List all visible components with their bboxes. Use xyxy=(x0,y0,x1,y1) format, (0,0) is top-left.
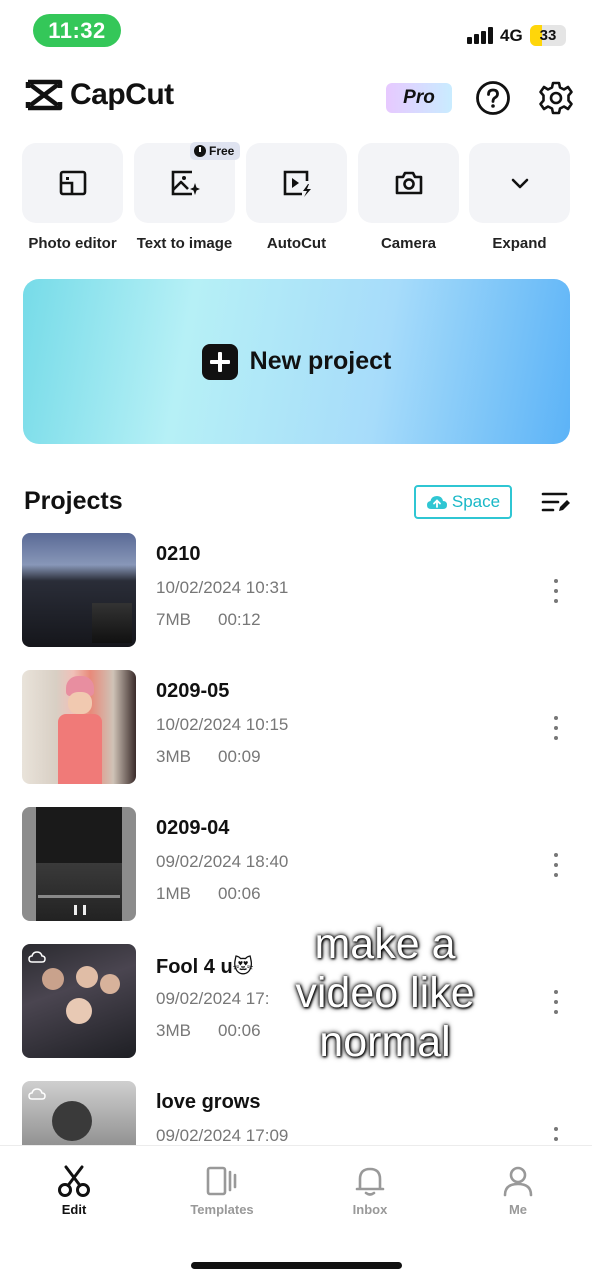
templates-icon xyxy=(206,1166,237,1196)
network-type: 4G xyxy=(500,26,523,45)
person-icon xyxy=(503,1166,533,1197)
photo-editor-icon xyxy=(59,170,87,196)
project-duration: 00:09 xyxy=(218,747,261,766)
project-item[interactable]: 0209-04 09/02/2024 18:40 1MB 00:06 xyxy=(0,807,592,921)
cloud-icon xyxy=(28,1088,46,1100)
project-name: 0209-05 xyxy=(156,680,230,702)
project-thumbnail xyxy=(22,944,136,1058)
status-time: 11:32 xyxy=(33,14,121,47)
project-date: 10/02/2024 10:15 xyxy=(156,715,289,734)
tab-label: Inbox xyxy=(352,1202,388,1217)
cloud-upload-icon xyxy=(426,496,447,509)
plus-icon xyxy=(201,343,238,380)
battery-level: 33 xyxy=(539,27,557,44)
project-name: 0209-04 xyxy=(156,817,230,839)
tab-inbox[interactable]: Inbox xyxy=(320,1164,420,1217)
more-vertical-icon[interactable] xyxy=(550,579,562,605)
new-project-label: New project xyxy=(249,347,392,375)
project-date: 09/02/2024 17:09 xyxy=(156,1126,289,1145)
project-duration: 00:12 xyxy=(218,610,261,629)
tool-label: Text to image xyxy=(136,235,233,252)
tool-label: Camera xyxy=(380,235,437,252)
app-name: CapCut xyxy=(70,78,174,111)
tab-label: Edit xyxy=(61,1202,87,1217)
tab-label: Me xyxy=(508,1202,528,1217)
project-size: 1MB xyxy=(156,884,191,903)
space-label: Space xyxy=(451,492,501,511)
bottom-nav: Edit Templates Inbox Me xyxy=(0,1145,592,1280)
project-name: Fool 4 u😻 xyxy=(156,956,254,978)
project-date: 09/02/2024 18:40 xyxy=(156,852,289,871)
space-button[interactable]: Space xyxy=(414,485,512,519)
project-size: 3MB xyxy=(156,1021,191,1040)
project-duration: 00:06 xyxy=(218,1021,261,1040)
project-name: 0210 xyxy=(156,543,201,565)
project-date: 09/02/2024 17: xyxy=(156,989,270,1008)
autocut-icon xyxy=(283,170,311,197)
more-vertical-icon[interactable] xyxy=(550,716,562,742)
project-item[interactable]: love grows 09/02/2024 17:09 xyxy=(0,1081,592,1145)
project-item[interactable]: 0210 10/02/2024 10:31 7MB 00:12 xyxy=(0,533,592,647)
cloud-icon xyxy=(28,951,46,963)
tool-camera[interactable]: Camera xyxy=(358,143,459,252)
chevron-down-icon xyxy=(511,178,529,189)
more-vertical-icon[interactable] xyxy=(550,1127,562,1145)
tool-autocut[interactable]: AutoCut xyxy=(246,143,347,252)
project-duration: 00:06 xyxy=(218,884,261,903)
project-item[interactable]: 0209-05 10/02/2024 10:15 3MB 00:09 xyxy=(0,670,592,784)
tool-label: Expand xyxy=(492,235,547,252)
text-to-image-icon xyxy=(171,170,200,196)
project-size: 7MB xyxy=(156,610,191,629)
project-date: 10/02/2024 10:31 xyxy=(156,578,289,597)
project-thumbnail xyxy=(22,670,136,784)
capcut-logo: CapCut xyxy=(24,78,174,112)
edit-list-icon[interactable] xyxy=(541,490,571,514)
tab-me[interactable]: Me xyxy=(468,1164,568,1217)
gear-icon[interactable] xyxy=(538,80,574,116)
cellular-signal-icon xyxy=(467,27,495,44)
more-vertical-icon[interactable] xyxy=(550,990,562,1016)
tool-photo-editor[interactable]: Photo editor xyxy=(22,143,123,252)
tab-label: Templates xyxy=(190,1202,254,1217)
project-thumbnail xyxy=(22,807,136,921)
status-bar: 11:32 4G 33 xyxy=(0,0,592,62)
project-name: love grows xyxy=(156,1091,261,1113)
project-item[interactable]: Fool 4 u😻 09/02/2024 17: 3MB 00:06 xyxy=(0,944,592,1058)
battery-icon: 33 xyxy=(530,25,566,46)
capcut-logo-icon xyxy=(25,79,63,111)
project-thumbnail xyxy=(22,1081,136,1145)
quick-tools: Photo editor Free Text to image AutoCut xyxy=(22,142,570,263)
tool-label: AutoCut xyxy=(266,235,327,252)
free-badge: Free xyxy=(190,142,241,160)
free-label: Free xyxy=(209,144,235,158)
project-size: 3MB xyxy=(156,747,191,766)
tool-label: Photo editor xyxy=(28,235,117,252)
home-indicator xyxy=(191,1262,402,1269)
clock-icon xyxy=(194,145,206,157)
camera-icon xyxy=(395,171,423,195)
more-vertical-icon[interactable] xyxy=(550,853,562,879)
tool-expand[interactable]: Expand xyxy=(469,143,570,252)
pro-button[interactable]: Pro xyxy=(386,83,452,113)
project-thumbnail xyxy=(22,533,136,647)
projects-title: Projects xyxy=(24,487,123,515)
new-project-button[interactable]: New project xyxy=(23,279,570,444)
tool-text-to-image[interactable]: Free Text to image xyxy=(134,142,241,252)
tab-templates[interactable]: Templates xyxy=(172,1164,272,1217)
scissors-icon xyxy=(58,1165,90,1197)
app-header: CapCut Pro xyxy=(0,70,592,126)
bell-icon xyxy=(355,1167,385,1196)
help-icon[interactable] xyxy=(475,80,511,116)
tab-edit[interactable]: Edit xyxy=(24,1164,124,1217)
